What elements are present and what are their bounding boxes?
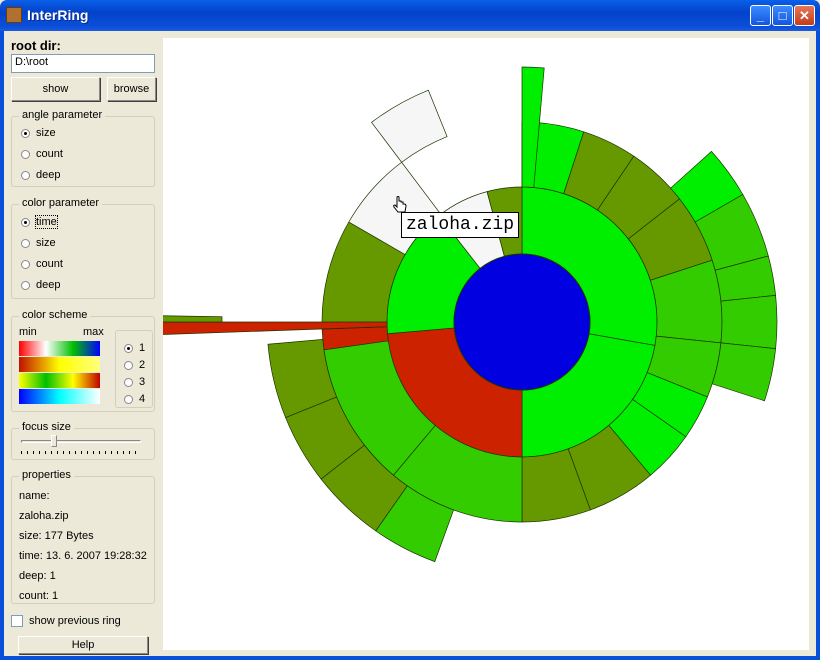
radio-label: 2 [139,359,146,371]
color-scheme-legend: color scheme [19,309,91,321]
maximize-button[interactable]: □ [772,5,793,26]
color-parameter-legend: color parameter [19,197,103,209]
window-title: InterRing [27,7,89,23]
prop-time: time: 13. 6. 2007 19:28:32 [19,550,147,562]
sunburst-visualization[interactable] [163,38,809,650]
root-dir-label: root dir: [11,38,61,53]
radio-dot [124,343,133,353]
prop-name-value: zaloha.zip [19,510,69,522]
scheme-4-gradient [19,389,100,404]
scheme-3-radio[interactable]: 3 [124,376,145,388]
scheme-4-radio[interactable]: 4 [124,393,145,405]
hand-cursor-icon [393,196,407,213]
color-deep-radio[interactable]: deep [21,279,60,291]
root-center-circle[interactable] [453,253,591,391]
slider-ticks [21,451,141,454]
hover-tooltip: zaloha.zip [401,212,520,238]
radio-label: 3 [139,376,146,388]
radio-label: 4 [139,393,146,405]
show-previous-ring-label: show previous ring [29,615,121,627]
radio-dot [21,238,30,248]
help-button[interactable]: Help [18,636,148,654]
app-icon [6,7,22,23]
radio-dot [21,280,30,290]
angle-size-radio[interactable]: size [21,127,56,139]
ring3-segment[interactable] [371,89,448,163]
scheme-1-radio[interactable]: 1 [124,342,145,354]
prop-name-label: name: [19,490,50,502]
radio-dot [21,128,30,138]
prop-deep: deep: 1 [19,570,56,582]
scheme-2-gradient [19,357,100,372]
minimize-button[interactable]: _ [750,5,771,26]
focus-size-slider-thumb[interactable] [50,435,57,447]
title-bar: InterRing _ □ ✕ [0,0,820,31]
angle-deep-radio[interactable]: deep [21,169,60,181]
scheme-2-radio[interactable]: 2 [124,359,145,371]
radio-label: count [36,258,63,270]
show-button[interactable]: show [11,77,100,101]
root-dir-input[interactable]: D:\root [11,54,155,73]
color-size-radio[interactable]: size [21,237,56,249]
ring3-segment[interactable] [720,294,778,350]
color-count-radio[interactable]: count [21,258,63,270]
radio-dot [21,149,30,159]
prop-size: size: 177 Bytes [19,530,94,542]
radio-label: time [35,215,58,229]
scheme-min-label: min [19,326,37,338]
scheme-3-gradient [19,373,100,388]
radio-dot [21,259,30,269]
properties-legend: properties [19,469,74,481]
angle-parameter-legend: angle parameter [19,109,106,121]
ring-canvas[interactable] [163,38,809,650]
radio-label: size [36,127,56,139]
scheme-max-label: max [83,326,104,338]
focus-size-group: focus size [11,421,155,460]
close-button[interactable]: ✕ [794,5,815,26]
radio-label: deep [36,279,61,291]
spike-segment[interactable] [163,315,223,323]
scheme-1-gradient [19,341,100,356]
radio-label: deep [36,169,61,181]
radio-dot [21,170,30,180]
browse-button[interactable]: browse [107,77,156,101]
radio-dot [21,217,30,227]
radio-dot [124,394,133,404]
radio-label: 1 [139,342,146,354]
radio-dot [124,360,133,370]
angle-count-radio[interactable]: count [21,148,63,160]
color-time-radio[interactable]: time [21,215,58,229]
show-previous-ring-checkbox[interactable] [11,615,23,627]
radio-label: count [36,148,63,160]
focus-size-slider-track[interactable] [21,440,141,443]
focus-size-legend: focus size [19,421,74,433]
radio-label: size [36,237,56,249]
radio-dot [124,377,133,387]
prop-count: count: 1 [19,590,59,602]
ring3-segment[interactable] [711,342,776,402]
